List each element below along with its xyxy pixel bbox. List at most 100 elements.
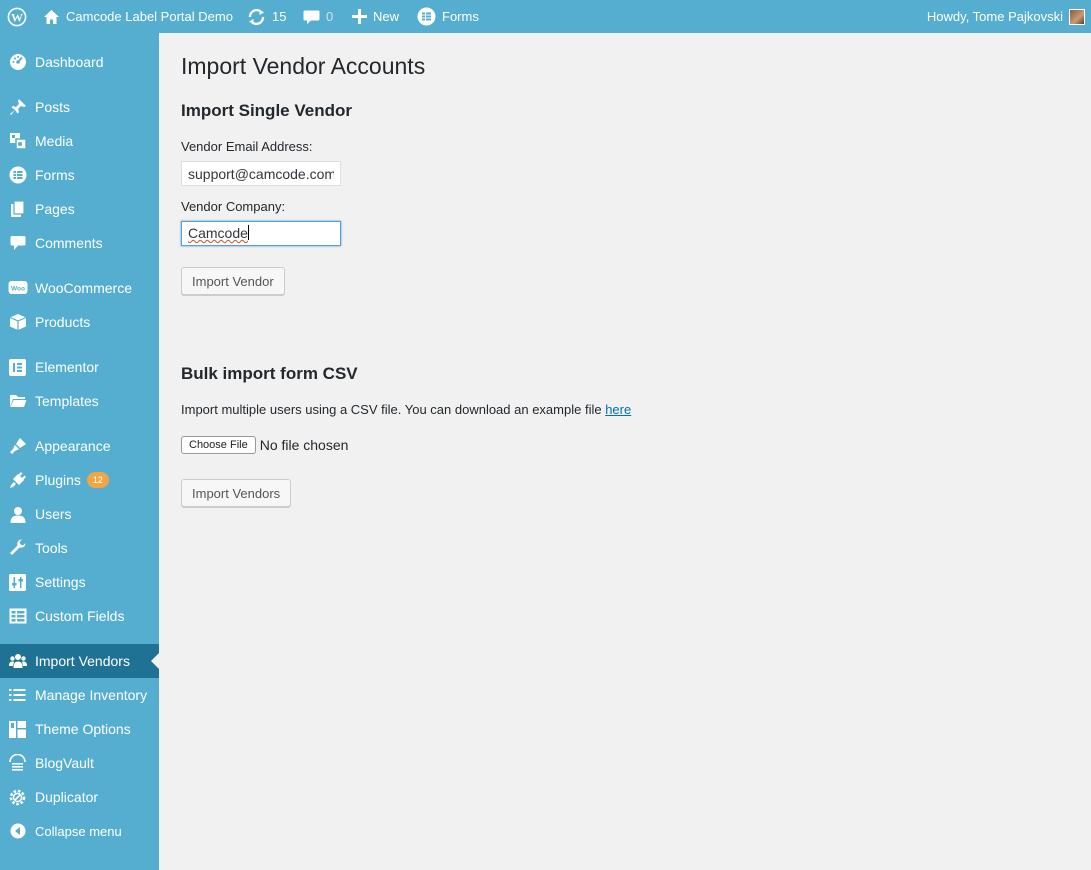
- sidebar-item-label: Import Vendors: [35, 653, 130, 669]
- file-status: No file chosen: [259, 437, 349, 453]
- example-file-link[interactable]: here: [605, 402, 631, 417]
- avatar: [1069, 8, 1085, 25]
- sidebar-item-pages[interactable]: Pages: [0, 192, 159, 226]
- sidebar-item-label: Tools: [35, 540, 68, 556]
- box-icon: [0, 313, 35, 331]
- home-icon: [44, 9, 59, 24]
- sidebar-item-label: Comments: [35, 235, 103, 251]
- groups-icon: [0, 653, 35, 669]
- vendor-company-label: Vendor Company:: [181, 199, 286, 214]
- bulk-import-description-text: Import multiple users using a CSV file. …: [181, 402, 606, 417]
- table-icon: [0, 608, 35, 624]
- vault-icon: [0, 753, 35, 773]
- bulk-import-description: Import multiple users using a CSV file. …: [181, 402, 631, 417]
- text-cursor: [247, 225, 249, 240]
- sidebar-item-dashboard[interactable]: Dashboard: [0, 45, 159, 79]
- updates-icon: [248, 8, 265, 25]
- vendor-company-input[interactable]: Camcode: [181, 221, 341, 246]
- sidebar-item-label: Templates: [35, 393, 99, 409]
- sidebar-item-label: Theme Options: [35, 721, 131, 737]
- plugins-update-count: 12: [86, 472, 109, 488]
- choose-file-button[interactable]: Choose File: [181, 436, 256, 454]
- sidebar-item-users[interactable]: Users: [0, 497, 159, 531]
- sidebar-item-posts[interactable]: Posts: [0, 90, 159, 124]
- sidebar-item-label: WooCommerce: [35, 280, 132, 296]
- csv-file-picker: Choose File No file chosen: [181, 436, 348, 454]
- sidebar-item-appearance[interactable]: Appearance: [0, 429, 159, 463]
- sidebar-item-label: BlogVault: [35, 755, 94, 771]
- site-name-link[interactable]: Camcode Label Portal Demo: [43, 0, 233, 33]
- sidebar-item-label: Elementor: [35, 359, 99, 375]
- vendor-company-value: Camcode: [188, 225, 248, 241]
- sidebar-item-label: Posts: [35, 99, 71, 115]
- import-vendor-button[interactable]: Import Vendor: [181, 267, 285, 295]
- sidebar-item-settings[interactable]: Settings: [0, 565, 159, 599]
- sidebar-item-label: Manage Inventory: [35, 687, 148, 703]
- vendor-email-input[interactable]: [181, 161, 341, 186]
- forms-link[interactable]: Forms: [417, 0, 479, 33]
- comments-count: 0: [326, 9, 334, 24]
- admin-sidebar: Dashboard Posts Media Forms Pages Commen…: [0, 33, 159, 870]
- sidebar-item-label: Plugins: [35, 472, 81, 488]
- svg-text:W: W: [11, 10, 23, 24]
- import-vendors-button[interactable]: Import Vendors: [181, 479, 292, 507]
- sidebar-item-label: Dashboard: [35, 54, 104, 70]
- dashboard-icon: [0, 53, 35, 71]
- sidebar-item-manage-inventory[interactable]: Manage Inventory: [0, 678, 159, 712]
- new-content-link[interactable]: New: [352, 0, 399, 33]
- brush-icon: [0, 437, 35, 455]
- pages-icon: [0, 200, 35, 218]
- sidebar-item-tools[interactable]: Tools: [0, 531, 159, 565]
- plus-icon: [352, 9, 367, 24]
- comments-link[interactable]: 0: [303, 0, 333, 33]
- svg-text:Woo: Woo: [11, 286, 25, 293]
- page-title: Import Vendor Accounts: [181, 53, 426, 79]
- media-icon: [0, 132, 35, 150]
- collapse-menu-label: Collapse menu: [35, 823, 122, 839]
- my-account-link[interactable]: Howdy, Tome Pajkovski: [927, 0, 1085, 33]
- sidebar-item-forms[interactable]: Forms: [0, 158, 159, 192]
- sidebar-item-import-vendors[interactable]: Import Vendors: [0, 644, 159, 678]
- updates-link[interactable]: 15: [247, 0, 286, 33]
- site-name: Camcode Label Portal Demo: [66, 9, 233, 24]
- sidebar-item-custom-fields[interactable]: Custom Fields: [0, 599, 159, 633]
- admin-bar: W Camcode Label Portal Demo 15 0 New For…: [0, 0, 1091, 33]
- single-vendor-heading: Import Single Vendor: [181, 101, 352, 120]
- sidebar-item-templates[interactable]: Templates: [0, 384, 159, 418]
- sidebar-item-media[interactable]: Media: [0, 124, 159, 158]
- sidebar-item-products[interactable]: Products: [0, 305, 159, 339]
- wordpress-logo[interactable]: W: [7, 0, 27, 33]
- collapse-menu-button[interactable]: Collapse menu: [0, 814, 159, 848]
- sidebar-item-label: Appearance: [35, 438, 111, 454]
- forms-label: Forms: [442, 9, 479, 24]
- sidebar-item-label: Duplicator: [35, 789, 99, 805]
- new-label: New: [373, 9, 400, 24]
- sidebar-item-elementor[interactable]: Elementor: [0, 350, 159, 384]
- sidebar-item-label: Settings: [35, 574, 86, 590]
- sidebar-item-blogvault[interactable]: BlogVault: [0, 746, 159, 780]
- updates-count: 15: [272, 9, 287, 24]
- sidebar-item-label: Custom Fields: [35, 608, 125, 624]
- sliders-icon: [0, 573, 35, 591]
- bulk-import-heading: Bulk import form CSV: [181, 364, 358, 383]
- vendor-email-label: Vendor Email Address:: [181, 139, 313, 154]
- folder-icon: [0, 393, 35, 409]
- sidebar-item-plugins[interactable]: Plugins 12: [0, 463, 159, 497]
- sidebar-item-woocommerce[interactable]: Woo WooCommerce: [0, 271, 159, 305]
- user-icon: [0, 506, 35, 523]
- comment-icon: [0, 234, 35, 252]
- sidebar-item-duplicator[interactable]: Duplicator: [0, 780, 159, 814]
- forms-icon: [417, 7, 436, 26]
- sidebar-item-label: Media: [35, 133, 74, 149]
- plug-icon: [0, 471, 35, 489]
- woocommerce-icon: Woo: [0, 280, 35, 296]
- collapse-arrow-icon: [0, 823, 35, 839]
- sidebar-item-label: Forms: [35, 167, 75, 183]
- elementor-icon: [0, 358, 35, 376]
- sidebar-item-theme-options[interactable]: Theme Options: [0, 712, 159, 746]
- list-icon: [0, 688, 35, 702]
- gear-icon: [0, 788, 35, 807]
- sidebar-item-label: Products: [35, 314, 91, 330]
- sidebar-item-comments[interactable]: Comments: [0, 226, 159, 260]
- forms-icon: [0, 166, 35, 184]
